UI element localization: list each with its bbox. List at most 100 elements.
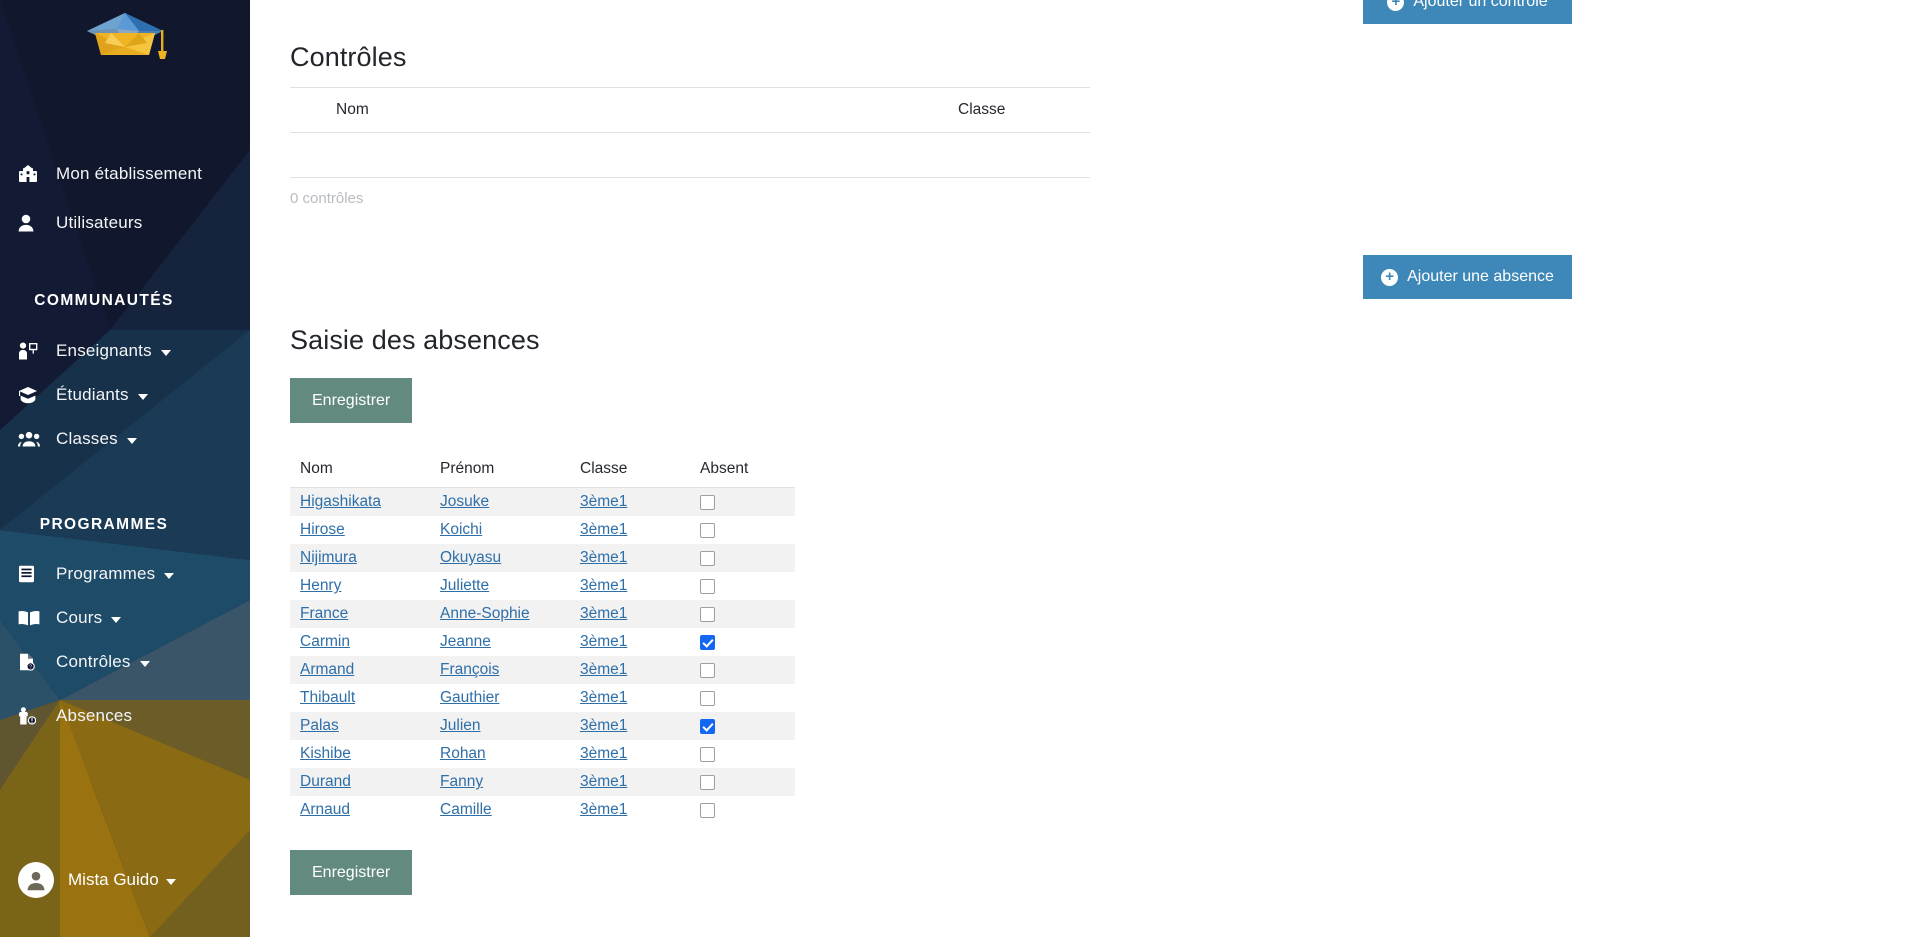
absent-checkbox[interactable] xyxy=(700,551,715,566)
cell-nom: Carmin xyxy=(290,628,430,656)
cell-classe-link[interactable]: 3ème1 xyxy=(580,773,627,790)
cell-prenom: Anne-Sophie xyxy=(430,600,570,628)
cell-nom-link[interactable]: Durand xyxy=(300,773,351,790)
cell-classe: 3ème1 xyxy=(570,656,690,684)
sidebar-item-enseignants[interactable]: Enseignants xyxy=(0,332,250,370)
table-row: France Anne-Sophie 3ème1 xyxy=(290,600,795,628)
cell-classe: 3ème1 xyxy=(570,768,690,796)
sidebar-user-menu[interactable]: Mista Guido xyxy=(0,855,250,905)
cell-classe-link[interactable]: 3ème1 xyxy=(580,717,627,734)
cell-nom: Durand xyxy=(290,768,430,796)
add-control-button[interactable]: + Ajouter un contrôle xyxy=(1363,0,1572,24)
table-header-row: Nom Prénom Classe Absent xyxy=(290,451,795,488)
cell-nom-link[interactable]: Arnaud xyxy=(300,801,350,818)
cell-prenom-link[interactable]: François xyxy=(440,661,499,678)
cell-classe-link[interactable]: 3ème1 xyxy=(580,801,627,818)
cell-classe: 3ème1 xyxy=(570,740,690,768)
absent-checkbox[interactable] xyxy=(700,775,715,790)
cell-classe-link[interactable]: 3ème1 xyxy=(580,689,627,706)
absences-section: Saisie des absences Enregistrer Nom Prén… xyxy=(290,325,1090,895)
school-icon xyxy=(18,164,44,184)
cell-nom-link[interactable]: Kishibe xyxy=(300,745,351,762)
table-row: Palas Julien 3ème1 xyxy=(290,712,795,740)
cell-nom-link[interactable]: Carmin xyxy=(300,633,350,650)
table-row: Arnaud Camille 3ème1 xyxy=(290,796,795,824)
cell-absent xyxy=(690,572,795,600)
cell-classe: 3ème1 xyxy=(570,488,690,517)
cell-prenom-link[interactable]: Rohan xyxy=(440,745,486,762)
controles-table-body xyxy=(290,133,1090,178)
cell-classe-link[interactable]: 3ème1 xyxy=(580,745,627,762)
cell-classe-link[interactable]: 3ème1 xyxy=(580,521,627,538)
cell-classe-link[interactable]: 3ème1 xyxy=(580,549,627,566)
controles-section: Contrôles Nom Classe xyxy=(290,42,1090,207)
cell-classe-link[interactable]: 3ème1 xyxy=(580,605,627,622)
cell-prenom-link[interactable]: Anne-Sophie xyxy=(440,605,530,622)
cell-absent xyxy=(690,600,795,628)
cell-nom-link[interactable]: Henry xyxy=(300,577,341,594)
sidebar-item-controles[interactable]: ? Contrôles xyxy=(0,643,250,681)
student-icon xyxy=(18,385,44,405)
absent-checkbox[interactable] xyxy=(700,719,715,734)
table-row: Armand François 3ème1 xyxy=(290,656,795,684)
cell-nom: Palas xyxy=(290,712,430,740)
cell-prenom-link[interactable]: Julien xyxy=(440,717,481,734)
absent-checkbox[interactable] xyxy=(700,495,715,510)
cell-absent xyxy=(690,684,795,712)
column-header-nom: Nom xyxy=(290,88,950,133)
column-header-absent: Absent xyxy=(690,451,795,488)
cell-nom-link[interactable]: Nijimura xyxy=(300,549,357,566)
cell-classe: 3ème1 xyxy=(570,684,690,712)
chevron-down-icon xyxy=(166,879,176,885)
sidebar-heading-programmes: PROGRAMMES xyxy=(0,516,250,534)
absent-checkbox[interactable] xyxy=(700,803,715,818)
cell-nom-link[interactable]: Palas xyxy=(300,717,339,734)
cell-nom-link[interactable]: France xyxy=(300,605,348,622)
table-empty-row xyxy=(290,133,1090,178)
save-button-bottom[interactable]: Enregistrer xyxy=(290,850,412,895)
cell-prenom-link[interactable]: Jeanne xyxy=(440,633,491,650)
absent-checkbox[interactable] xyxy=(700,691,715,706)
cell-prenom-link[interactable]: Gauthier xyxy=(440,689,499,706)
sidebar-item-programmes[interactable]: Programmes xyxy=(0,555,250,593)
sidebar-item-mon-etablissement[interactable]: Mon établissement xyxy=(0,155,250,193)
cell-prenom-link[interactable]: Juliette xyxy=(440,577,489,594)
absent-checkbox[interactable] xyxy=(700,635,715,650)
sidebar-item-classes[interactable]: Classes xyxy=(0,420,250,458)
brand-logo[interactable] xyxy=(0,4,250,66)
cell-prenom-link[interactable]: Josuke xyxy=(440,493,489,510)
cell-nom-link[interactable]: Thibault xyxy=(300,689,355,706)
cell-nom-link[interactable]: Armand xyxy=(300,661,354,678)
cell-nom-link[interactable]: Hirose xyxy=(300,521,345,538)
main-content: Contrôles Nom Classe xyxy=(250,0,1920,937)
cell-classe-link[interactable]: 3ème1 xyxy=(580,661,627,678)
sidebar-item-absences[interactable]: Absences xyxy=(0,697,250,735)
cell-prenom-link[interactable]: Fanny xyxy=(440,773,483,790)
cell-prenom-link[interactable]: Koichi xyxy=(440,521,482,538)
absent-checkbox[interactable] xyxy=(700,523,715,538)
cell-prenom-link[interactable]: Okuyasu xyxy=(440,549,501,566)
sidebar-item-etudiants[interactable]: Étudiants xyxy=(0,376,250,414)
add-absence-button[interactable]: + Ajouter une absence xyxy=(1363,255,1572,299)
chevron-down-icon xyxy=(161,350,171,356)
cell-classe: 3ème1 xyxy=(570,796,690,824)
cell-prenom-link[interactable]: Camille xyxy=(440,801,492,818)
cell-nom: France xyxy=(290,600,430,628)
users-group-icon xyxy=(18,429,44,449)
absent-checkbox[interactable] xyxy=(700,663,715,678)
cell-classe-link[interactable]: 3ème1 xyxy=(580,577,627,594)
sidebar-item-utilisateurs[interactable]: Utilisateurs xyxy=(0,204,250,242)
cell-classe-link[interactable]: 3ème1 xyxy=(580,633,627,650)
save-button-top[interactable]: Enregistrer xyxy=(290,378,412,423)
sidebar-item-cours[interactable]: Cours xyxy=(0,599,250,637)
absent-checkbox[interactable] xyxy=(700,579,715,594)
cell-nom-link[interactable]: Higashikata xyxy=(300,493,381,510)
sidebar-heading-communautes: COMMUNAUTÉS xyxy=(0,292,250,310)
absent-checkbox[interactable] xyxy=(700,607,715,622)
cell-classe: 3ème1 xyxy=(570,628,690,656)
add-absence-button-label: Ajouter une absence xyxy=(1407,268,1554,286)
absent-checkbox[interactable] xyxy=(700,747,715,762)
page-root: Mon établissement Utilisateurs COMMUNAUT… xyxy=(0,0,1920,937)
graduation-cap-logo xyxy=(77,9,173,61)
cell-classe-link[interactable]: 3ème1 xyxy=(580,493,627,510)
